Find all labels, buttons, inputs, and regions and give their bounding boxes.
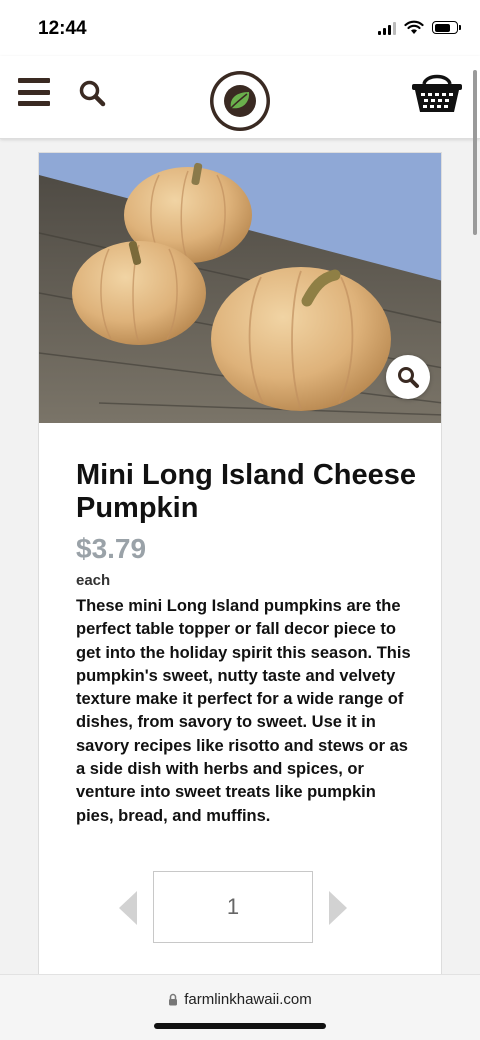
- zoom-button[interactable]: [386, 355, 430, 399]
- scrollbar[interactable]: [473, 70, 477, 235]
- basket-icon[interactable]: [410, 70, 464, 114]
- browser-address-bar[interactable]: farmlinkhawaii.com: [0, 974, 480, 1040]
- quantity-decrease-button[interactable]: [119, 891, 137, 925]
- farm-link-hawaii-logo[interactable]: FARM LINK HAWAI'I: [209, 70, 271, 132]
- product-unit: each: [76, 572, 111, 589]
- hamburger-menu-icon[interactable]: [18, 78, 50, 106]
- zoom-search-icon: [398, 367, 419, 388]
- site-header: FARM LINK HAWAI'I: [0, 56, 480, 139]
- url-display[interactable]: farmlinkhawaii.com: [0, 991, 480, 1008]
- product-image[interactable]: [39, 153, 442, 423]
- cellular-signal-icon: [378, 21, 396, 35]
- product-card: Mini Long Island Cheese Pumpkin $3.79 ea…: [38, 152, 442, 982]
- status-bar: 12:44: [0, 0, 480, 56]
- product-price: $3.79: [76, 533, 147, 564]
- status-time: 12:44: [38, 18, 87, 39]
- battery-icon: [432, 21, 461, 34]
- status-icons: [378, 20, 461, 35]
- search-icon[interactable]: [78, 79, 106, 107]
- quantity-input[interactable]: [153, 871, 313, 943]
- product-description: These mini Long Island pumpkins are the …: [76, 597, 411, 825]
- lock-icon: [169, 993, 178, 1006]
- quantity-increase-button[interactable]: [329, 891, 347, 925]
- url-text: farmlinkhawaii.com: [184, 991, 312, 1008]
- home-indicator[interactable]: [154, 1023, 326, 1029]
- wifi-icon: [404, 20, 424, 34]
- product-title: Mini Long Island Cheese Pumpkin: [76, 459, 416, 524]
